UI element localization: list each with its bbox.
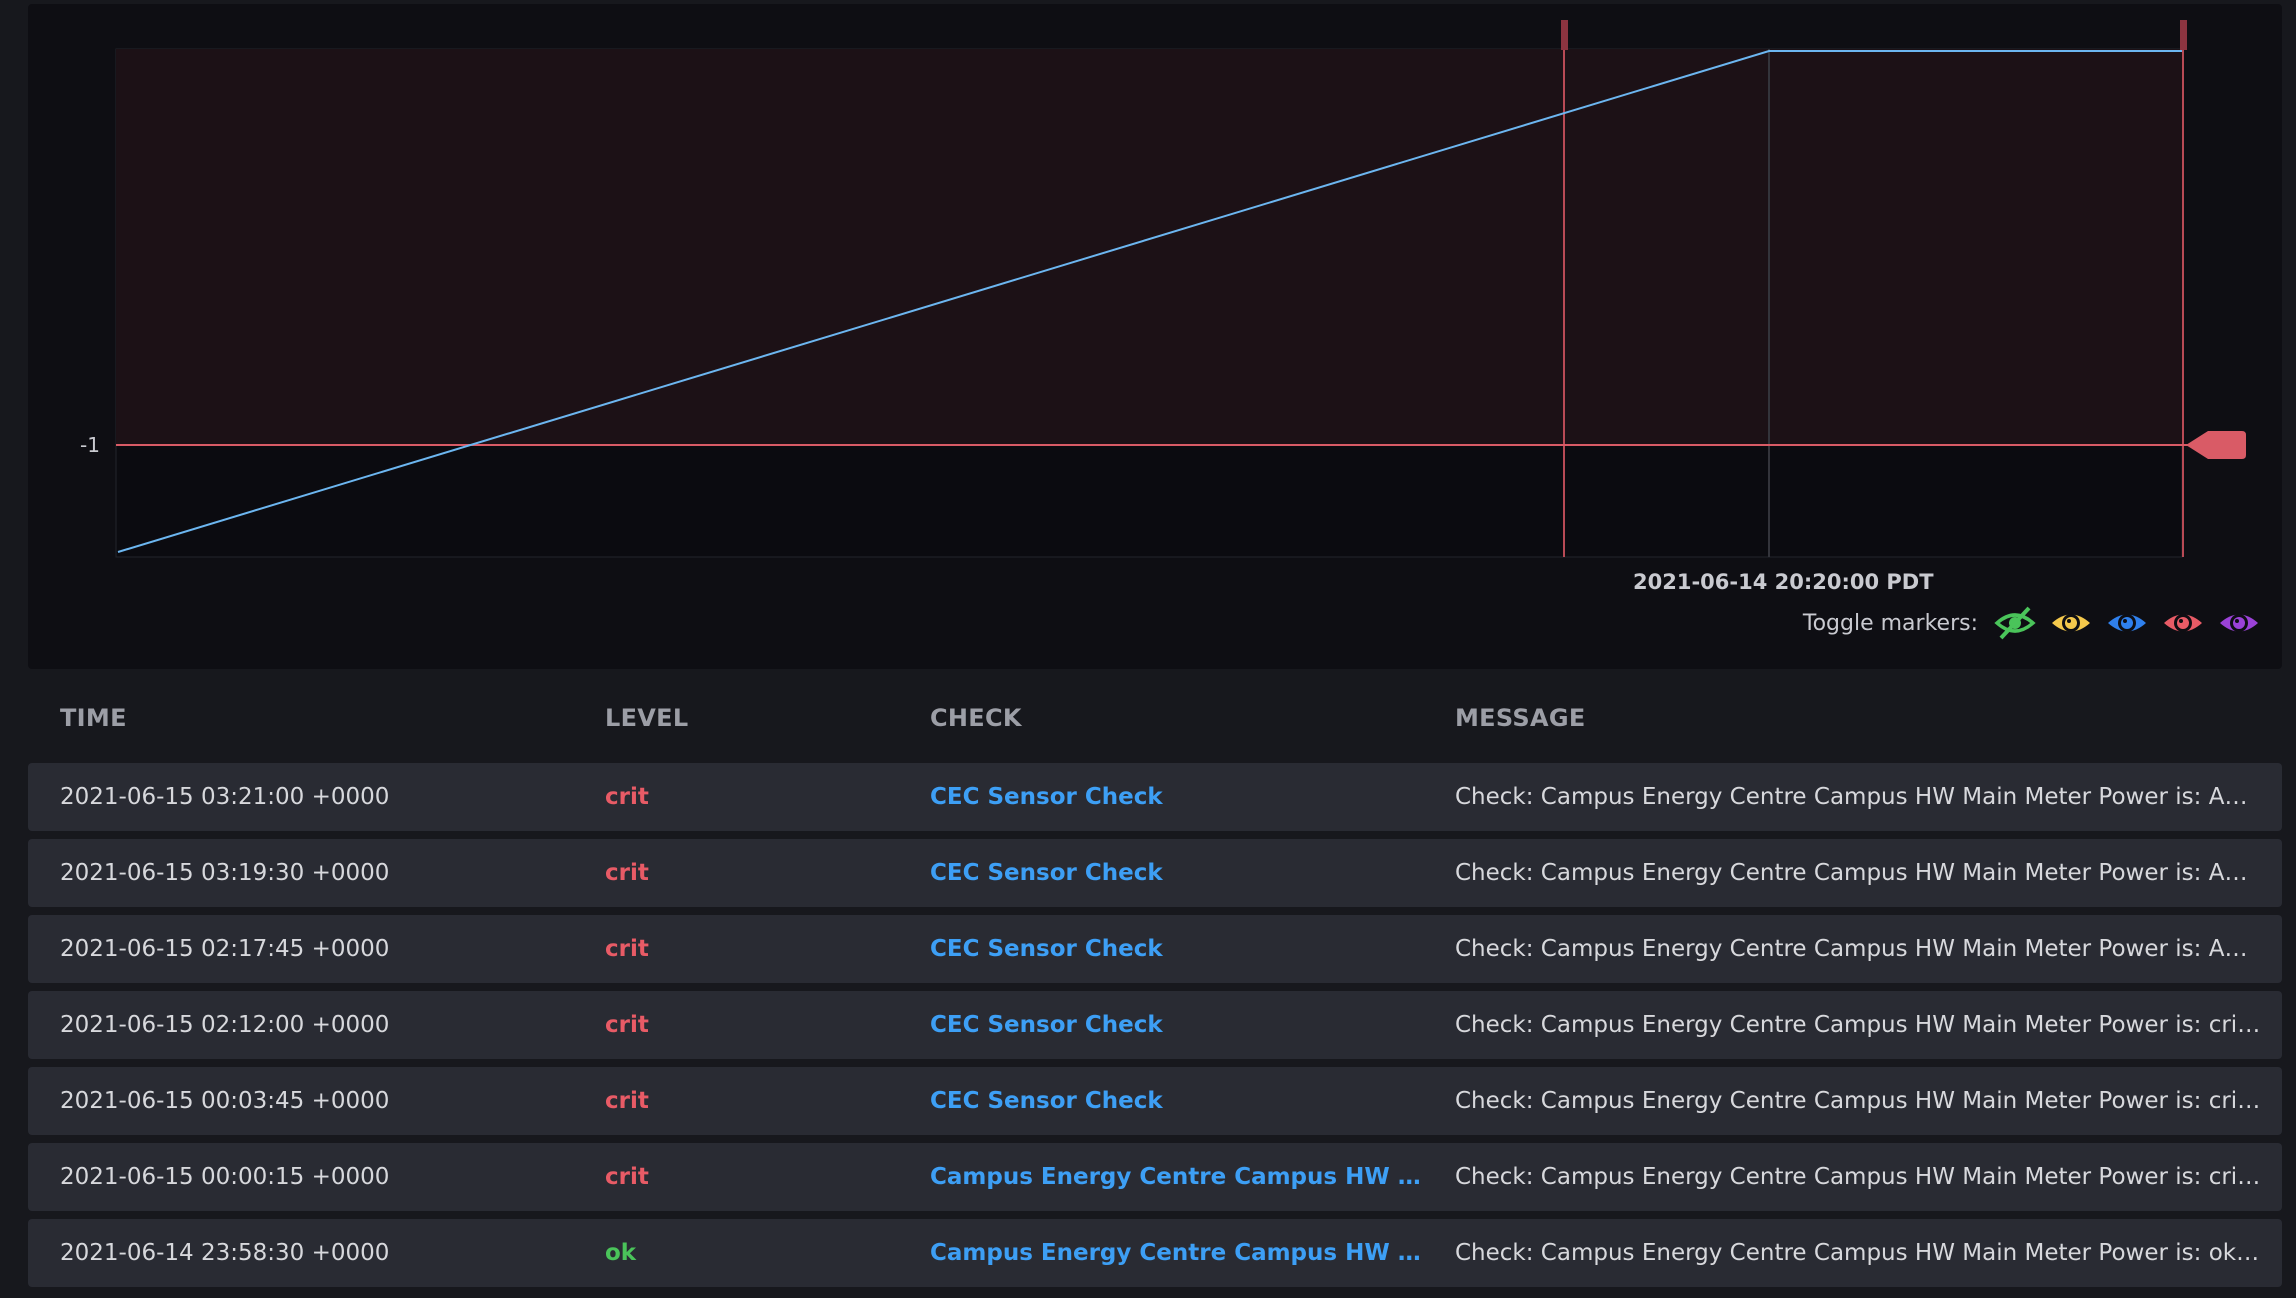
table-row[interactable]: 2021-06-15 03:21:00 +0000 crit CEC Senso…: [28, 763, 2282, 831]
eye-icon: [2052, 614, 2090, 632]
level-cell: crit: [605, 1012, 649, 1038]
hover-timestamp: 2021-06-14 20:20:00 PDT: [1633, 570, 1934, 594]
column-header-check[interactable]: CHECK: [930, 704, 1022, 732]
crit-marker-handle: [1561, 20, 1568, 50]
level-cell: crit: [605, 936, 649, 962]
message-cell: Check: Campus Energy Centre Campus HW Ma…: [1455, 784, 2261, 810]
check-link[interactable]: Campus Energy Centre Campus HW Mai...: [930, 1240, 1438, 1266]
check-link[interactable]: CEC Sensor Check: [930, 860, 1438, 886]
eye-slash-icon: [1994, 606, 2036, 640]
eye-icon: [2108, 614, 2146, 632]
crit-threshold-band: [116, 49, 2182, 445]
table-row[interactable]: 2021-06-15 03:19:30 +0000 crit CEC Senso…: [28, 839, 2282, 907]
time-cell: 2021-06-15 03:19:30 +0000: [60, 860, 390, 886]
time-cell: 2021-06-15 02:12:00 +0000: [60, 1012, 390, 1038]
time-cell: 2021-06-15 03:21:00 +0000: [60, 784, 390, 810]
eye-icon: [2220, 614, 2258, 632]
level-cell: crit: [605, 1088, 649, 1114]
crit-marker-handle: [2180, 20, 2187, 50]
message-cell: Check: Campus Energy Centre Campus HW Ma…: [1455, 936, 2261, 962]
message-cell: Check: Campus Energy Centre Campus HW Ma…: [1455, 1088, 2261, 1114]
table-row[interactable]: 2021-06-15 00:00:15 +0000 crit Campus En…: [28, 1143, 2282, 1211]
eye-icon: [2164, 614, 2202, 632]
threshold-handle: [2186, 431, 2246, 459]
time-cell: 2021-06-15 00:00:15 +0000: [60, 1164, 390, 1190]
message-cell: Check: Campus Energy Centre Campus HW Ma…: [1455, 860, 2261, 886]
check-link[interactable]: CEC Sensor Check: [930, 784, 1438, 810]
level-cell: ok: [605, 1240, 637, 1266]
time-cell: 2021-06-15 00:03:45 +0000: [60, 1088, 390, 1114]
status-table-header: TIME LEVEL CHECK MESSAGE: [28, 700, 2282, 740]
marker-toggles: Toggle markers:: [1803, 605, 2262, 641]
check-graph[interactable]: [28, 4, 2282, 669]
time-cell: 2021-06-15 02:17:45 +0000: [60, 936, 390, 962]
message-cell: Check: Campus Energy Centre Campus HW Ma…: [1455, 1012, 2261, 1038]
table-row[interactable]: 2021-06-15 02:12:00 +0000 crit CEC Senso…: [28, 991, 2282, 1059]
level-cell: crit: [605, 784, 649, 810]
table-row[interactable]: 2021-06-14 23:58:30 +0000 ok Campus Ener…: [28, 1219, 2282, 1287]
message-cell: Check: Campus Energy Centre Campus HW Ma…: [1455, 1164, 2261, 1190]
status-table-body: 2021-06-15 03:21:00 +0000 crit CEC Senso…: [28, 763, 2282, 1295]
column-header-level[interactable]: LEVEL: [605, 704, 688, 732]
message-cell: Check: Campus Energy Centre Campus HW Ma…: [1455, 1240, 2261, 1266]
toggle-markers-label: Toggle markers:: [1802, 610, 1978, 636]
check-link[interactable]: CEC Sensor Check: [930, 936, 1438, 962]
toggle-info-markers-button[interactable]: [2104, 605, 2150, 641]
level-cell: crit: [605, 1164, 649, 1190]
table-row[interactable]: 2021-06-15 00:03:45 +0000 crit CEC Senso…: [28, 1067, 2282, 1135]
table-row[interactable]: 2021-06-15 02:17:45 +0000 crit CEC Senso…: [28, 915, 2282, 983]
toggle-warn-markers-button[interactable]: [2048, 605, 2094, 641]
check-graph-panel: -1 2021-06-14 20:20:00 PDT Toggle marker…: [28, 4, 2282, 669]
check-link[interactable]: Campus Energy Centre Campus HW Mai...: [930, 1164, 1438, 1190]
toggle-crit-markers-button[interactable]: [2160, 605, 2206, 641]
level-cell: crit: [605, 860, 649, 886]
y-axis-tick: -1: [80, 433, 100, 457]
column-header-time[interactable]: TIME: [60, 704, 127, 732]
check-link[interactable]: CEC Sensor Check: [930, 1088, 1438, 1114]
toggle-ok-markers-button[interactable]: [1992, 605, 2038, 641]
column-header-message[interactable]: MESSAGE: [1455, 704, 1586, 732]
toggle-unknown-markers-button[interactable]: [2216, 605, 2262, 641]
check-link[interactable]: CEC Sensor Check: [930, 1012, 1438, 1038]
time-cell: 2021-06-14 23:58:30 +0000: [60, 1240, 390, 1266]
